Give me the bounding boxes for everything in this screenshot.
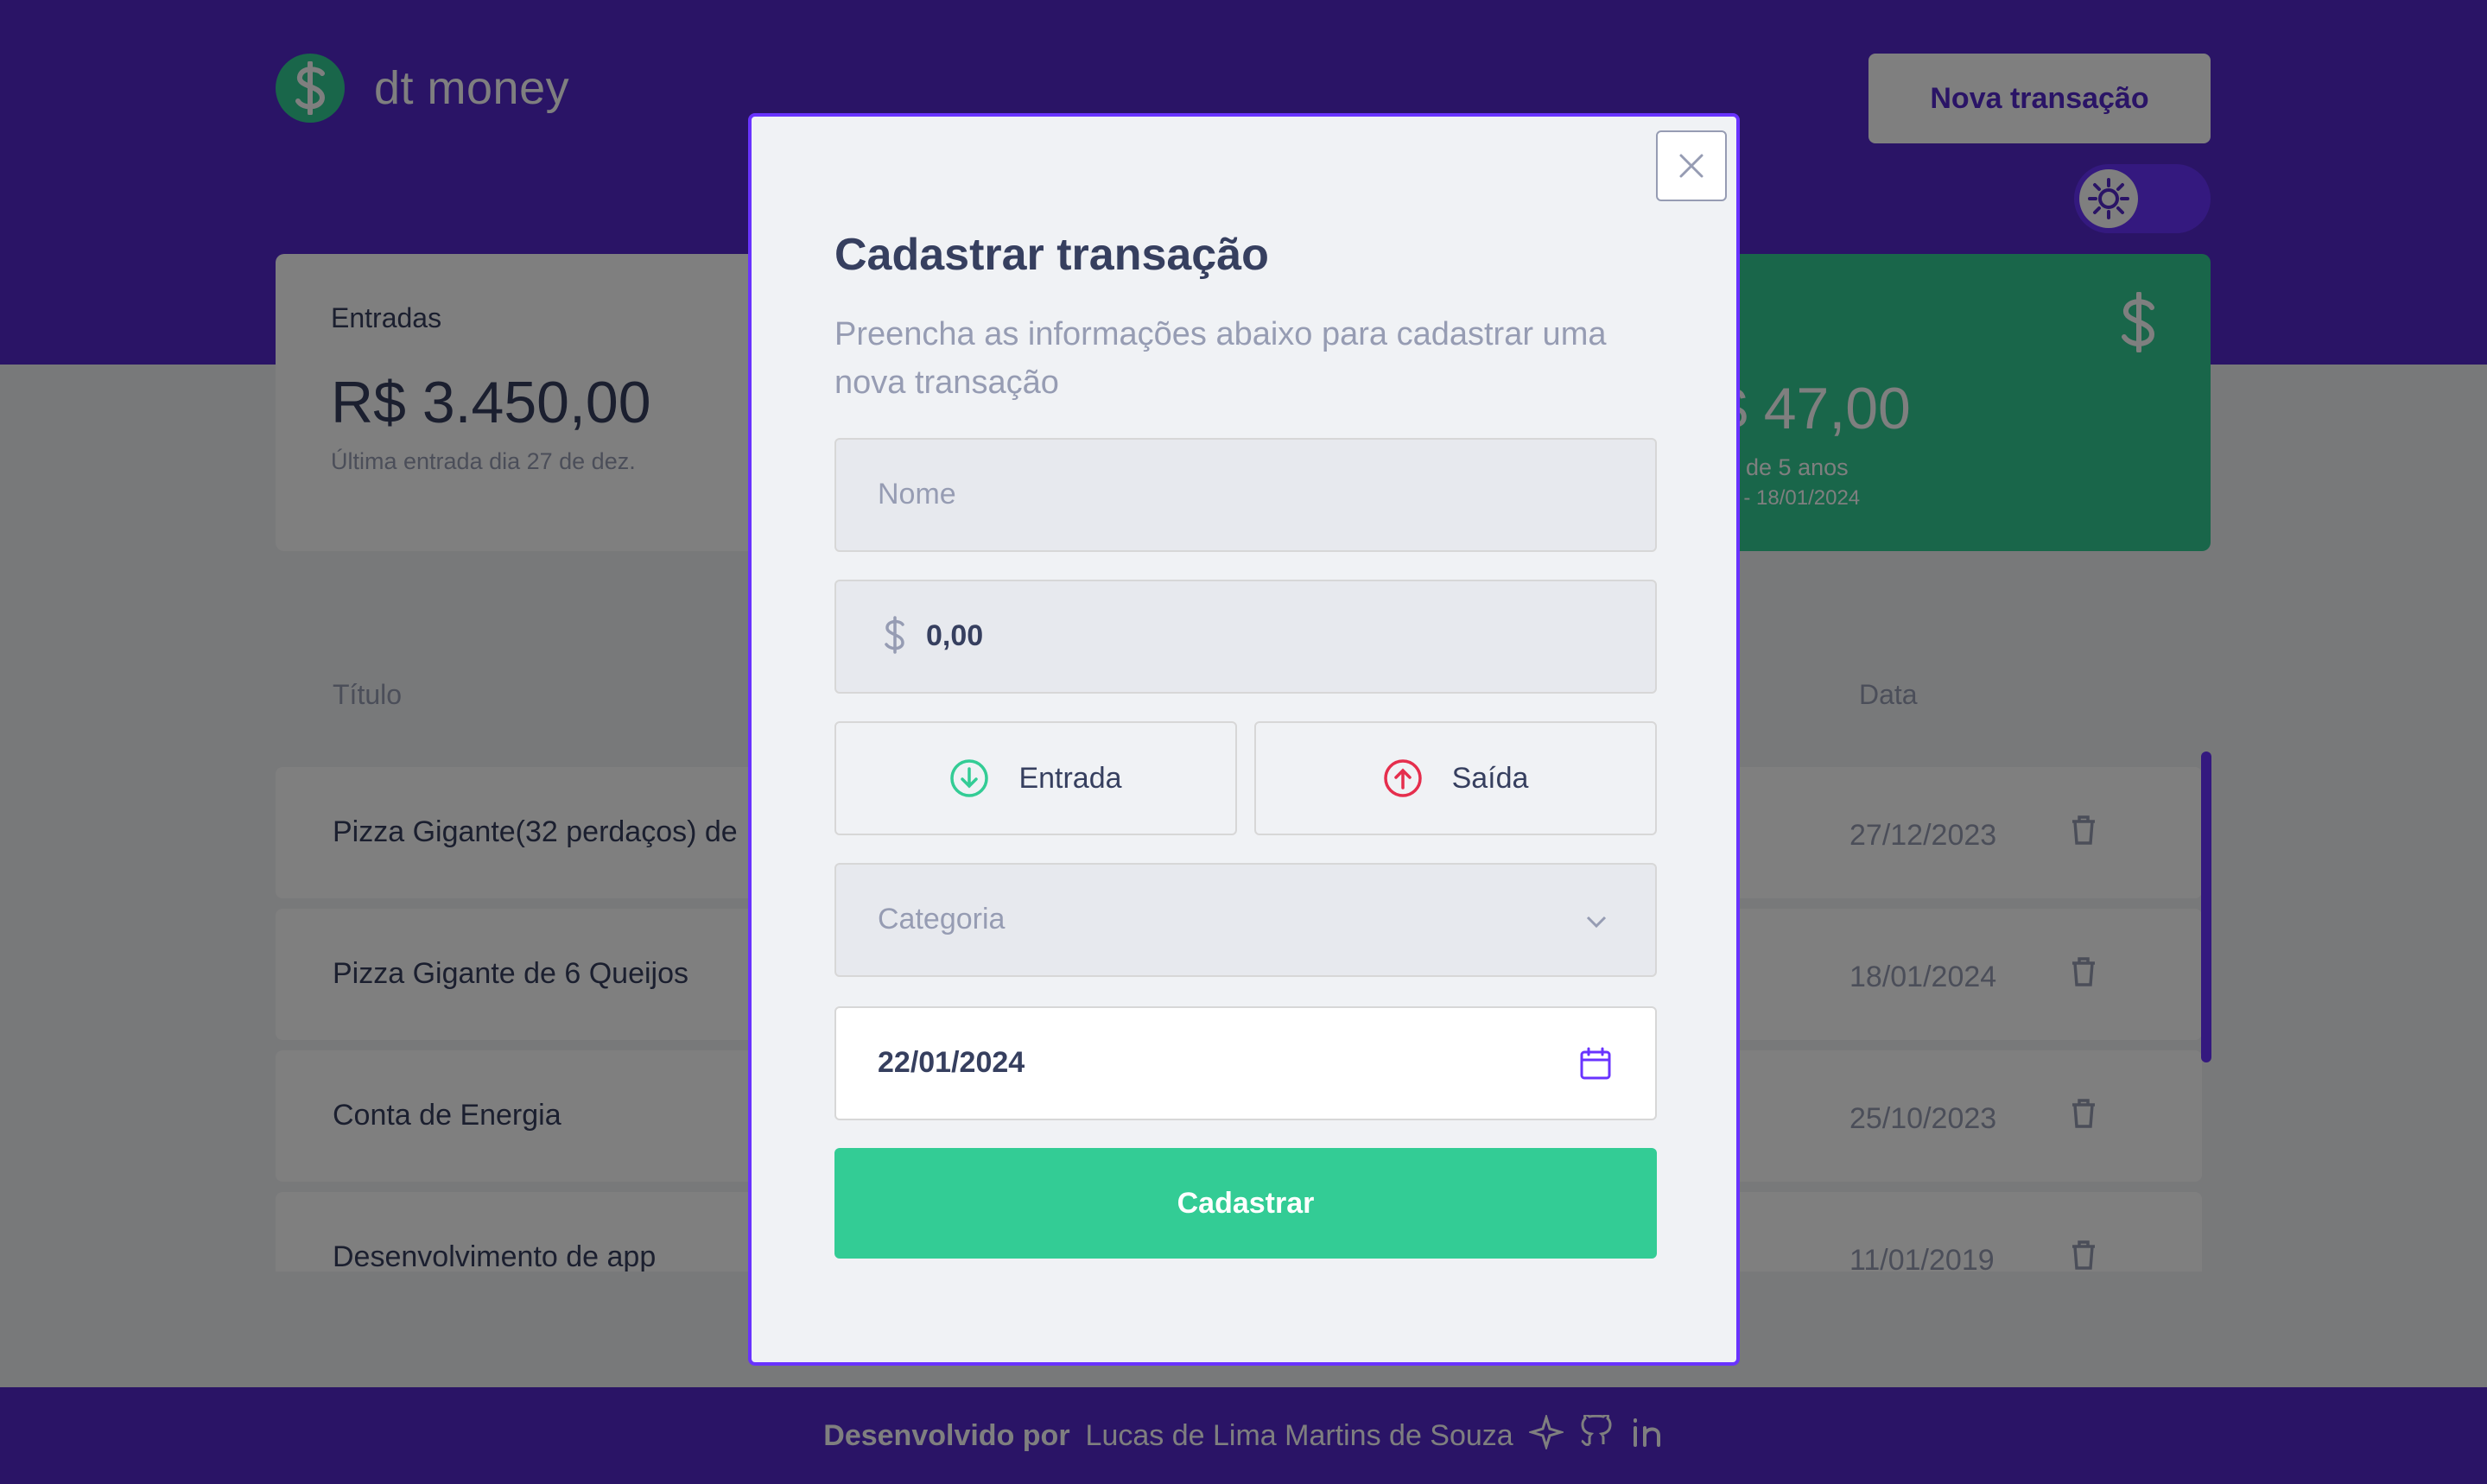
modal-description: Preencha as informações abaixo para cada… (834, 316, 1607, 401)
name-input[interactable]: Nome (834, 438, 1657, 552)
outcome-type-button[interactable]: Saída (1254, 721, 1657, 835)
outcome-type-label: Saída (1451, 761, 1529, 795)
chevron-down-icon (1584, 908, 1608, 942)
amount-input[interactable]: 0,00 (834, 580, 1657, 694)
income-type-label: Entrada (1018, 761, 1122, 795)
close-button[interactable] (1656, 130, 1727, 201)
dollar-icon (883, 616, 907, 662)
date-value: 22/01/2024 (878, 1046, 1025, 1079)
category-placeholder: Categoria (878, 903, 1006, 935)
name-placeholder: Nome (878, 478, 956, 511)
transaction-modal: Cadastrar transação Preencha as informaç… (748, 113, 1740, 1366)
arrow-down-circle-icon (950, 759, 989, 797)
arrow-up-circle-icon (1383, 759, 1422, 797)
close-icon (1679, 154, 1703, 178)
amount-value: 0,00 (926, 619, 984, 652)
income-type-button[interactable]: Entrada (834, 721, 1237, 835)
category-select[interactable]: Categoria (834, 863, 1657, 977)
submit-button[interactable]: Cadastrar (834, 1148, 1657, 1259)
modal-title: Cadastrar transação (834, 230, 1269, 280)
date-input[interactable]: 22/01/2024 (834, 1006, 1657, 1120)
calendar-icon[interactable] (1577, 1046, 1614, 1090)
